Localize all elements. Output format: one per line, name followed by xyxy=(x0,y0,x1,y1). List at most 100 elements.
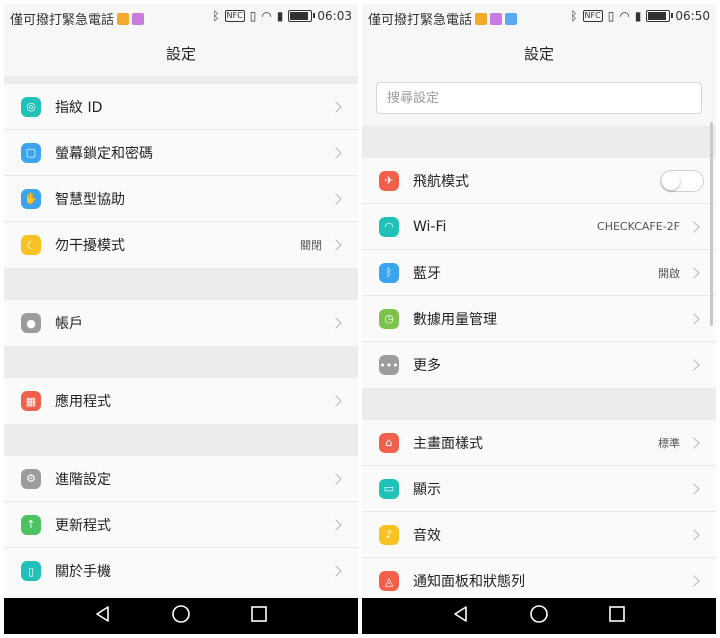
notification-icon: ◬ xyxy=(379,571,399,591)
home-button[interactable] xyxy=(171,604,191,628)
data-usage-icon: ◷ xyxy=(379,308,399,329)
settings-item-label: 更多 xyxy=(413,358,441,374)
section-divider xyxy=(4,268,358,300)
vibrate-icon: ▯ xyxy=(249,9,257,23)
chevron-right-icon xyxy=(330,239,342,251)
wifi-icon: ◠ xyxy=(619,9,630,23)
page-title: 設定 xyxy=(362,30,716,76)
toggle-knob xyxy=(662,171,680,190)
sound-icon: ♪ xyxy=(379,524,399,545)
apps-icon: ▦ xyxy=(21,391,41,411)
settings-item[interactable]: ▦ 應用程式 xyxy=(4,378,358,424)
chevron-right-icon xyxy=(330,472,342,485)
settings-item[interactable]: ◠ Wi-Fi CHECKCAFE-2F xyxy=(362,204,716,250)
left-phone-screen: 僅可撥打緊急電話 ᛒ NFC ▯ ◠ ▮ 06:03 設定 ◎ 指紋 ID ▢ 螢幕鎖… xyxy=(4,4,358,634)
settings-item-value: 標準 xyxy=(658,436,680,450)
chevron-right-icon xyxy=(330,395,342,407)
settings-item-label: 勿干擾模式 xyxy=(55,238,125,254)
settings-item[interactable]: ▢ 螢幕鎖定和密碼 xyxy=(4,130,358,176)
hand-icon: ✋ xyxy=(21,188,41,209)
settings-item[interactable]: ◷ 數據用量管理 xyxy=(362,296,716,342)
fingerprint-icon: ◎ xyxy=(21,96,41,117)
home-button[interactable] xyxy=(529,604,549,628)
settings-item[interactable]: ✋ 智慧型協助 xyxy=(4,176,358,222)
back-button[interactable] xyxy=(94,605,112,627)
settings-item[interactable]: ☾ 勿干擾模式 關閉 xyxy=(4,222,358,268)
chevron-right-icon xyxy=(688,436,700,449)
settings-list: ◎ 指紋 ID ▢ 螢幕鎖定和密碼 ✋ 智慧型協助 ☾ 勿干擾模式 關閉 ● 帳戶 ▦ 應用程式 ⚙ 進階設… xyxy=(4,76,358,598)
settings-item-label: Wi-Fi xyxy=(413,218,447,235)
account-icon: ● xyxy=(21,313,41,333)
settings-item[interactable]: ⚙ 進階設定 xyxy=(4,456,358,502)
gear-icon: ⚙ xyxy=(21,468,41,489)
chevron-right-icon xyxy=(688,266,700,279)
section-divider xyxy=(4,424,358,456)
settings-item-label: 顯示 xyxy=(413,481,441,498)
settings-item-label: 飛航模式 xyxy=(413,173,469,190)
recent-apps-button[interactable] xyxy=(250,605,268,627)
settings-item-label: 帳戶 xyxy=(55,316,83,332)
settings-item-label: 應用程式 xyxy=(55,394,111,410)
chevron-right-icon xyxy=(330,518,342,531)
settings-item[interactable]: ••• 更多 xyxy=(362,342,716,388)
section-divider xyxy=(362,126,716,158)
settings-item[interactable]: ✈ 飛航模式 xyxy=(362,158,716,204)
status-icons: ᛒ NFC ▯ ◠ ▮ 06:03 xyxy=(212,9,352,23)
settings-item[interactable]: ♪ 音效 xyxy=(362,512,716,558)
settings-item-label: 音效 xyxy=(413,527,441,544)
settings-item[interactable]: ◎ 指紋 ID xyxy=(4,84,358,130)
airplane-mode-toggle[interactable] xyxy=(660,169,704,192)
navigation-bar xyxy=(362,598,716,634)
search-input[interactable] xyxy=(376,82,702,114)
right-phone-screen: 僅可撥打緊急電話 ᛒ NFC ▯ ◠ ▮ 06:50 設定 ✈ 飛航模式 ◠ Wi-F… xyxy=(362,4,716,634)
settings-item[interactable]: ● 帳戶 xyxy=(4,300,358,346)
vibrate-icon: ▯ xyxy=(607,9,615,23)
settings-item-label: 智慧型協助 xyxy=(55,191,125,208)
status-bar: 僅可撥打緊急電話 ᛒ NFC ▯ ◠ ▮ 06:50 xyxy=(362,4,716,30)
chevron-right-icon xyxy=(688,482,700,495)
chevron-right-icon xyxy=(330,565,342,577)
chevron-right-icon xyxy=(330,317,342,329)
notification-badge-icon xyxy=(132,13,145,25)
settings-item[interactable]: ▯ 關於手機 xyxy=(4,548,358,594)
bluetooth-icon: ᛒ xyxy=(212,9,220,23)
settings-item-value: 關閉 xyxy=(300,239,322,252)
page-title: 設定 xyxy=(4,30,358,76)
status-bar: 僅可撥打緊急電話 ᛒ NFC ▯ ◠ ▮ 06:03 xyxy=(4,4,358,30)
wifi-icon: ◠ xyxy=(379,216,399,237)
update-arrow-icon: ↑ xyxy=(21,514,41,535)
section-divider xyxy=(362,388,716,420)
settings-item[interactable]: ⌂ 主畫面樣式 標準 xyxy=(362,420,716,466)
section-divider xyxy=(4,76,358,84)
chevron-right-icon xyxy=(330,146,342,159)
scrollbar[interactable] xyxy=(710,122,713,326)
battery-icon xyxy=(646,10,674,22)
settings-item[interactable]: ᛒ 藍牙 開啟 xyxy=(362,250,716,296)
settings-item[interactable]: ◬ 通知面板和狀態列 xyxy=(362,558,716,598)
settings-item-label: 通知面板和狀態列 xyxy=(413,574,525,590)
settings-item-value: CHECKCAFE-2F xyxy=(597,220,680,233)
settings-item-label: 更新程式 xyxy=(55,517,111,534)
battery-icon xyxy=(288,10,316,22)
wifi-icon: ◠ xyxy=(261,9,272,23)
search-bar xyxy=(362,76,716,126)
settings-item-label: 主畫面樣式 xyxy=(413,435,483,452)
settings-item-label: 指紋 ID xyxy=(55,99,103,116)
settings-item[interactable]: ↑ 更新程式 xyxy=(4,502,358,548)
settings-item-label: 藍牙 xyxy=(413,265,441,282)
section-divider xyxy=(4,346,358,378)
chevron-right-icon xyxy=(688,359,700,371)
recent-apps-button[interactable] xyxy=(608,605,626,627)
lock-screen-icon: ▢ xyxy=(21,142,41,163)
clock: 06:03 xyxy=(317,9,352,23)
nfc-icon: NFC xyxy=(224,10,245,22)
settings-item[interactable]: ▭ 顯示 xyxy=(362,466,716,512)
settings-list: ✈ 飛航模式 ◠ Wi-Fi CHECKCAFE-2F ᛒ 藍牙 開啟 ◷ 數據用量管理 ••• 更多… xyxy=(362,76,716,598)
more-icon: ••• xyxy=(379,355,399,375)
airplane-icon: ✈ xyxy=(379,170,399,191)
notification-badge-icon xyxy=(475,13,488,25)
phone-info-icon: ▯ xyxy=(21,561,41,581)
carrier-text: 僅可撥打緊急電話 xyxy=(10,9,145,28)
back-button[interactable] xyxy=(452,605,470,627)
settings-item-label: 進階設定 xyxy=(55,471,111,488)
